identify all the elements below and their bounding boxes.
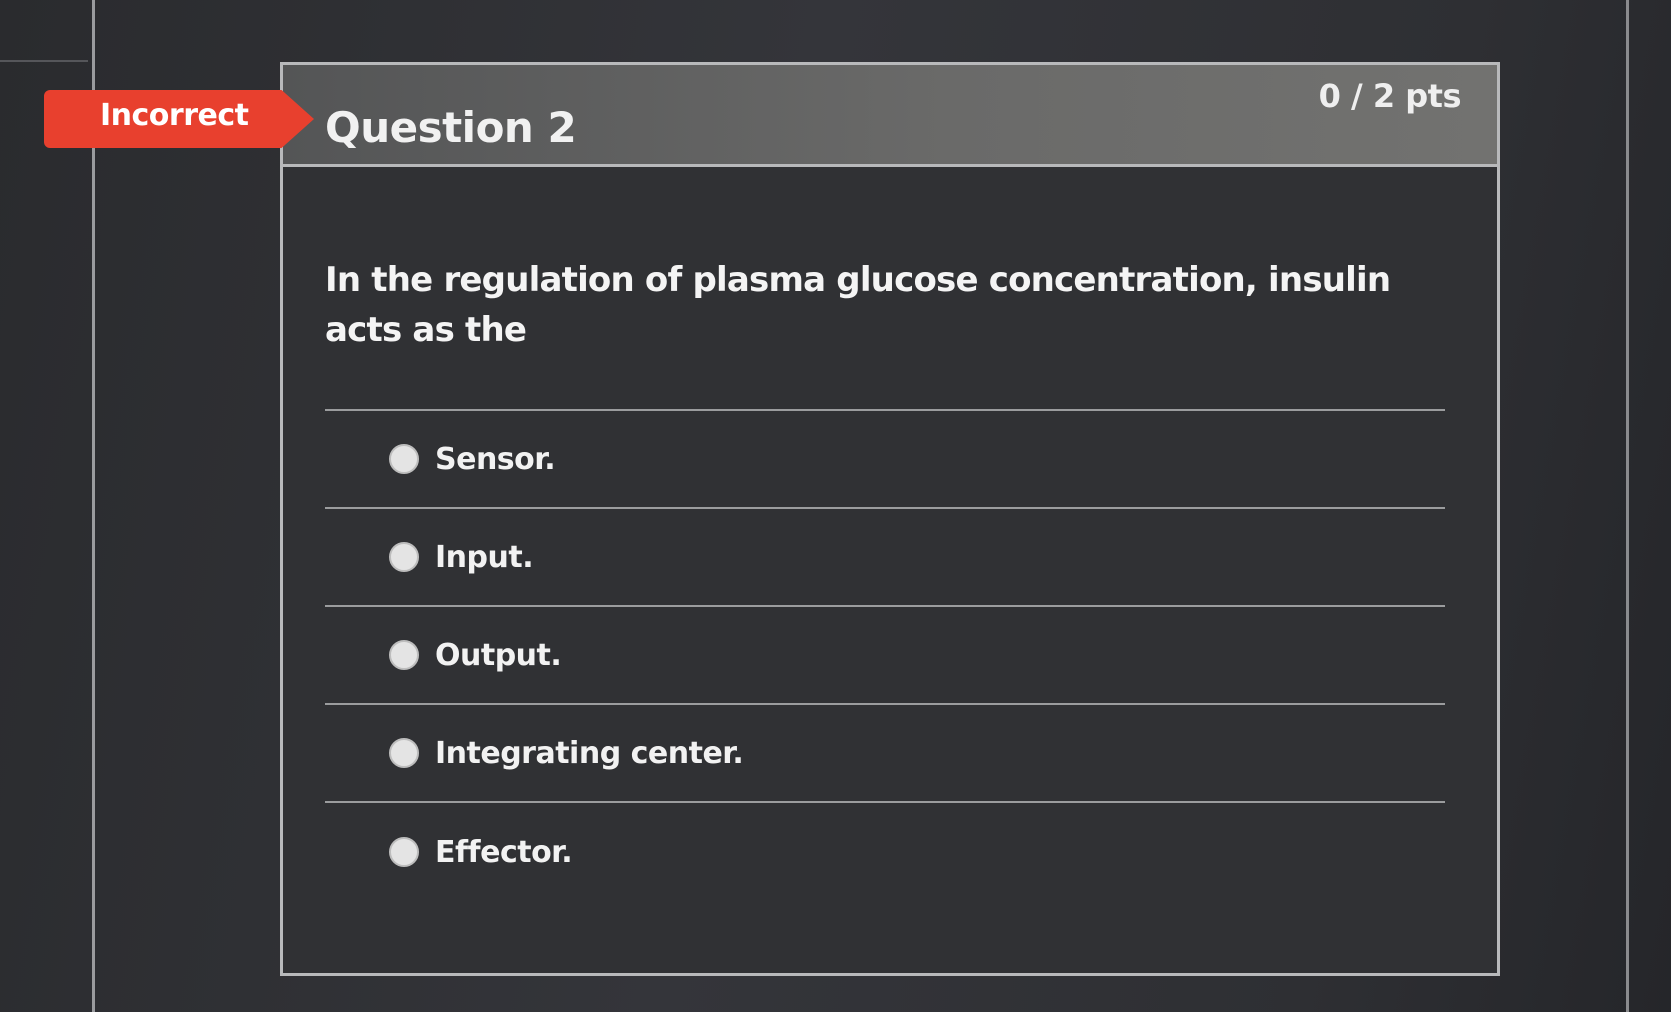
incorrect-badge-label: Incorrect: [100, 98, 249, 133]
answer-option-effector[interactable]: Effector.: [325, 803, 1445, 901]
right-border-line: [1626, 0, 1629, 1012]
divider-line: [0, 60, 88, 62]
radio-button[interactable]: [389, 738, 419, 768]
answer-label: Input.: [435, 539, 534, 575]
answer-label: Sensor.: [435, 441, 556, 477]
screen: Question 2 0 / 2 pts In the regulation o…: [0, 0, 1671, 1012]
radio-button[interactable]: [389, 640, 419, 670]
question-title: Question 2: [325, 103, 577, 152]
radio-button[interactable]: [389, 444, 419, 474]
question-card: Question 2 0 / 2 pts In the regulation o…: [280, 62, 1500, 976]
question-header: Question 2 0 / 2 pts: [283, 65, 1497, 167]
answer-option-sensor[interactable]: Sensor.: [325, 411, 1445, 509]
answer-label: Output.: [435, 637, 562, 673]
radio-button[interactable]: [389, 837, 419, 867]
answer-option-input[interactable]: Input.: [325, 509, 1445, 607]
answer-option-integrating-center[interactable]: Integrating center.: [325, 705, 1445, 803]
question-prompt: In the regulation of plasma glucose conc…: [325, 260, 1391, 350]
question-points: 0 / 2 pts: [1318, 77, 1462, 115]
incorrect-badge: Incorrect: [44, 90, 314, 148]
answer-label: Integrating center.: [435, 735, 744, 771]
answer-option-output[interactable]: Output.: [325, 607, 1445, 705]
answer-label: Effector.: [435, 834, 573, 870]
left-border-line: [92, 0, 95, 1012]
answer-list: Sensor. Input. Output. Integrating cente…: [325, 409, 1445, 901]
radio-button[interactable]: [389, 542, 419, 572]
